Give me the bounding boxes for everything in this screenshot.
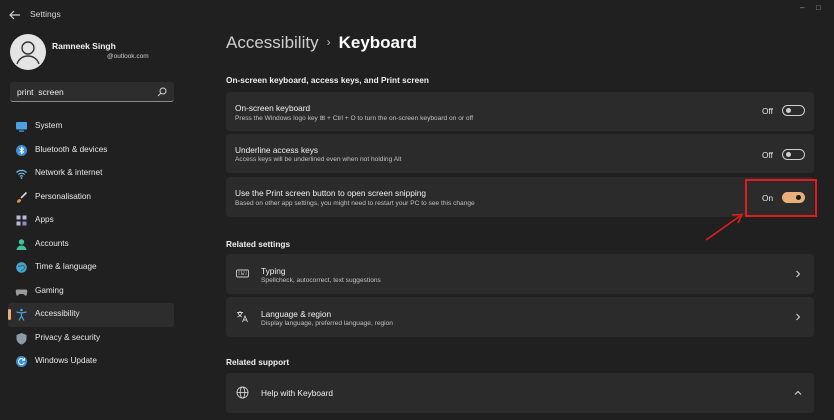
setting-description: Press the Windows logo key ⊞ + Ctrl + O … [235, 115, 474, 122]
related-language-region[interactable]: Language & region Display language, pref… [226, 297, 814, 337]
keyboard-icon [236, 269, 249, 278]
sidebar-item-gaming[interactable]: Gaming [8, 280, 174, 304]
sidebar-item-privacy[interactable]: Privacy & security [8, 327, 174, 351]
sidebar-item-time-language[interactable]: Time & language [8, 256, 174, 280]
section-title-related-settings: Related settings [226, 239, 291, 249]
chevron-up-icon[interactable] [794, 389, 802, 397]
sidebar-item-system[interactable]: System [8, 115, 174, 139]
sidebar-item-windows-update[interactable]: Windows Update [8, 350, 174, 374]
support-title: Help with Keyboard [261, 388, 333, 398]
setting-title: Underline access keys [235, 145, 319, 155]
breadcrumb: Accessibility › Keyboard [226, 33, 417, 53]
sidebar-nav: System Bluetooth & devices Network & int… [8, 115, 174, 374]
breadcrumb-parent[interactable]: Accessibility [226, 33, 319, 52]
related-description: Spellcheck, autocorrect, text suggestion… [261, 277, 381, 284]
toggle-knob [786, 152, 791, 157]
sidebar-item-label: Network & internet [35, 168, 103, 177]
sidebar-item-label: Windows Update [35, 356, 97, 365]
sidebar-item-bluetooth[interactable]: Bluetooth & devices [8, 139, 174, 163]
back-arrow-icon[interactable] [8, 8, 22, 22]
setting-title: Use the Print screen button to open scre… [235, 188, 426, 198]
setting-description: Based on other app settings, you might n… [235, 200, 475, 207]
toggle-knob [786, 108, 791, 113]
onscreen-keyboard-toggle[interactable] [782, 105, 805, 116]
underline-access-keys-toggle[interactable] [782, 149, 805, 160]
sidebar-item-label: Bluetooth & devices [35, 144, 108, 154]
sidebar-item-label: Accessibility [35, 309, 80, 318]
brush-icon [17, 191, 28, 203]
search-icon[interactable] [157, 87, 167, 97]
related-title: Language & region [261, 309, 332, 319]
section-title-onscreen: On-screen keyboard, access keys, and Pri… [226, 75, 429, 85]
sidebar-item-personalisation[interactable]: Personalisation [8, 186, 174, 210]
toggle-state-label: Off [762, 106, 773, 116]
sidebar-item-network[interactable]: Network & internet [8, 162, 174, 186]
sidebar-item-label: Accounts [35, 238, 69, 248]
search-box[interactable]: print screen [10, 82, 174, 102]
section-title-related-support: Related support [226, 357, 290, 367]
language-icon [237, 311, 248, 323]
support-help-keyboard[interactable]: Help with Keyboard [226, 373, 814, 413]
annotation-arrow-icon [705, 213, 744, 241]
network-icon [16, 169, 27, 179]
highlight-box [745, 179, 817, 217]
chevron-right-icon [796, 313, 801, 321]
app-title: Settings [30, 9, 61, 19]
toggle-state-label: Off [762, 150, 773, 160]
globe-icon [16, 262, 27, 273]
user-name: Ramneek Singh [52, 41, 116, 51]
sidebar-item-label: Privacy & security [35, 332, 101, 342]
globe-icon [236, 386, 249, 399]
gaming-icon [15, 289, 28, 296]
system-icon [16, 122, 27, 132]
sidebar-item-label: Apps [35, 215, 54, 224]
sidebar-item-accessibility[interactable]: Accessibility [8, 303, 174, 327]
related-description: Display language, preferred language, re… [261, 320, 393, 327]
shield-icon [16, 332, 27, 344]
maximize-icon[interactable]: □ [816, 4, 824, 12]
apps-icon [16, 215, 27, 226]
avatar [10, 34, 46, 70]
update-icon [16, 356, 27, 367]
setting-description: Access keys will be underlined even when… [235, 156, 402, 163]
user-icon [16, 41, 40, 65]
search-input[interactable]: print screen [17, 87, 64, 97]
user-email: @outlook.com [107, 53, 149, 60]
sidebar-item-accounts[interactable]: Accounts [8, 233, 174, 257]
minimize-icon[interactable]: – [800, 4, 808, 12]
page-title: Keyboard [338, 33, 418, 52]
sidebar-item-label: Personalisation [35, 191, 91, 201]
sidebar-item-label: System [35, 121, 63, 130]
related-typing[interactable]: Typing Spellcheck, autocorrect, text sug… [226, 254, 814, 294]
setting-onscreen-keyboard: On-screen keyboard Press the Windows log… [226, 92, 814, 131]
title-bar: Settings – □ [0, 0, 834, 30]
setting-underline-access-keys: Underline access keys Access keys will b… [226, 134, 814, 173]
accessibility-icon [16, 308, 27, 321]
sidebar-item-label: Gaming [35, 285, 64, 295]
sidebar-item-apps[interactable]: Apps [8, 209, 174, 233]
chevron-right-icon [796, 270, 801, 278]
related-title: Typing [261, 266, 286, 276]
accounts-icon [16, 238, 27, 250]
breadcrumb-separator: › [326, 35, 331, 49]
setting-title: On-screen keyboard [235, 103, 311, 113]
sidebar-item-label: Time & language [35, 262, 97, 271]
bluetooth-icon [16, 144, 27, 156]
